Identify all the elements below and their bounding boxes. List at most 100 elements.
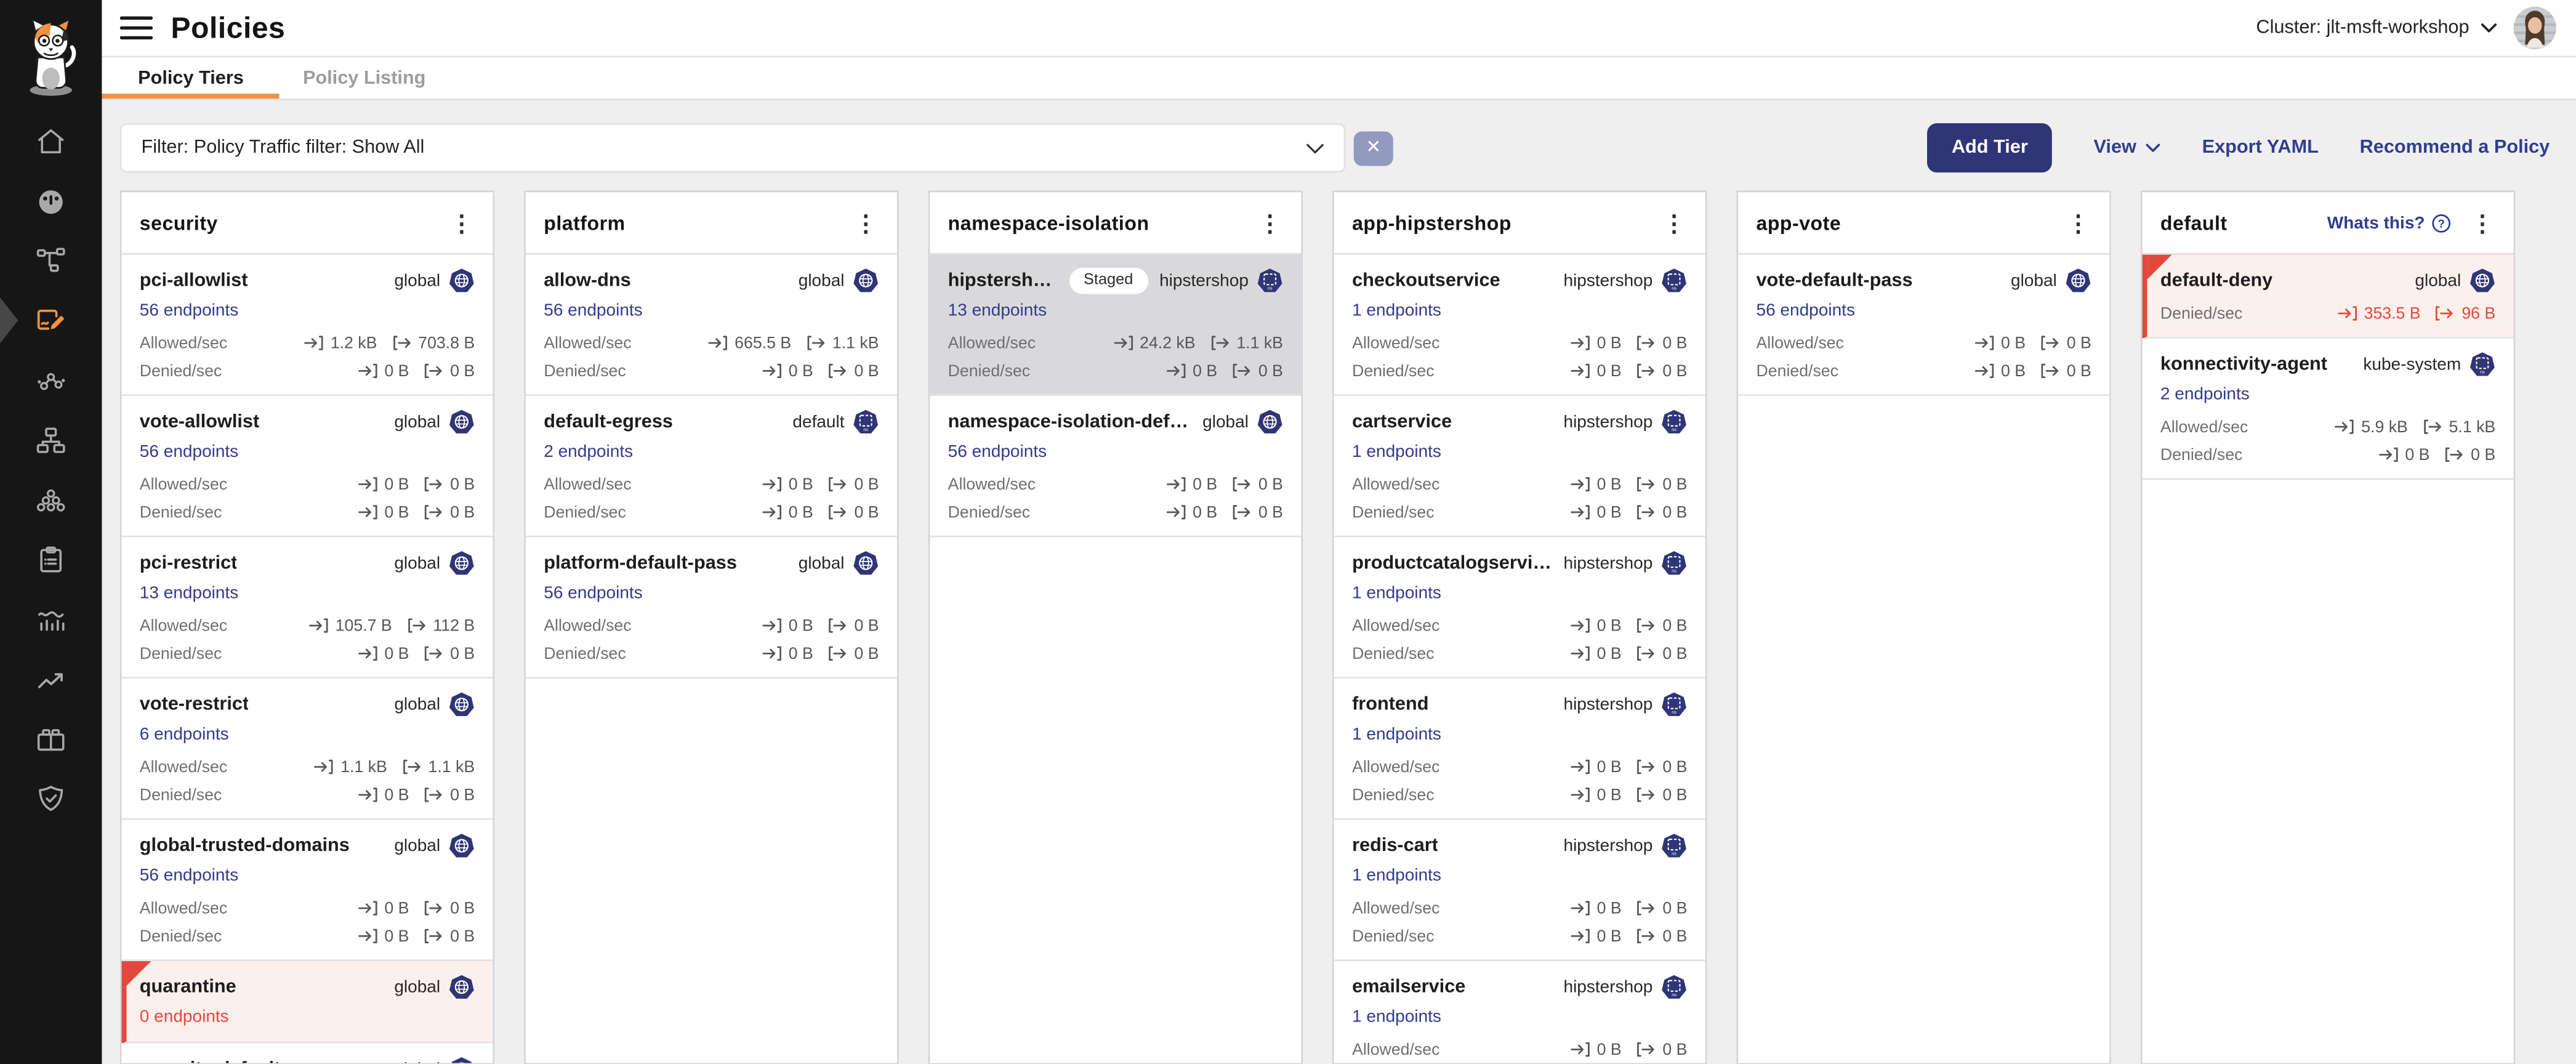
endpoints-link[interactable]: 2 endpoints: [2160, 384, 2250, 404]
policy-card[interactable]: frontendhipstershopns1 endpointsAllowed/…: [1334, 679, 1705, 820]
endpoints-link[interactable]: 1 endpoints: [1352, 866, 1441, 885]
sidebar-item-statistics[interactable]: [0, 590, 102, 650]
policy-card[interactable]: platform-default-passglobal56 endpointsA…: [526, 538, 897, 679]
kebab-menu-icon[interactable]: ⋮: [1656, 211, 1693, 234]
egress-rate: 0 B: [1232, 504, 1283, 522]
policy-card[interactable]: checkoutservicehipstershopns1 endpointsA…: [1334, 255, 1705, 396]
endpoints-link[interactable]: 0 endpoints: [140, 1007, 229, 1027]
policy-card[interactable]: security-default-passglobal: [121, 1043, 493, 1064]
endpoints-link[interactable]: 1 endpoints: [1352, 442, 1441, 462]
endpoints-link[interactable]: 13 endpoints: [140, 583, 238, 603]
endpoints-link[interactable]: 56 endpoints: [140, 442, 238, 462]
add-tier-button[interactable]: Add Tier: [1927, 123, 2053, 172]
policy-card[interactable]: productcatalogservicehipstershopns1 endp…: [1334, 538, 1705, 679]
whats-this-link[interactable]: Whats this??: [2327, 213, 2451, 233]
view-button[interactable]: View: [2094, 138, 2161, 158]
policy-card[interactable]: hipstershop-gh…Stagedhipstershopns13 end…: [930, 255, 1301, 396]
metric-row: Allowed/sec0 B0 B: [1352, 473, 1687, 496]
policy-card[interactable]: namespace-isolation-default-p…global56 e…: [930, 396, 1301, 537]
cluster-label: Cluster: jlt-msft-workshop: [2256, 18, 2469, 38]
policy-card[interactable]: cartservicehipstershopns1 endpointsAllow…: [1334, 396, 1705, 537]
sidebar-item-security[interactable]: [0, 770, 102, 829]
policy-card[interactable]: default-denyglobalDenied/sec353.5 B96 B: [2143, 255, 2514, 339]
kebab-menu-icon[interactable]: ⋮: [2060, 211, 2096, 234]
policy-card[interactable]: pci-restrictglobal13 endpointsAllowed/se…: [121, 538, 493, 679]
endpoints-link[interactable]: 56 endpoints: [140, 866, 238, 885]
sidebar-item-dashboard[interactable]: [0, 172, 102, 232]
egress-value: 0 B: [855, 362, 879, 380]
ingress-icon: [762, 477, 782, 492]
metric-rows: Allowed/sec0 B0 BDenied/sec0 B0 B: [1352, 897, 1687, 948]
metric-rows: Allowed/sec0 B0 BDenied/sec0 B0 B: [140, 473, 475, 524]
sidebar-item-network-flow[interactable]: [0, 232, 102, 291]
global-scope-icon: [448, 550, 475, 576]
sidebar-item-inventory[interactable]: [0, 709, 102, 769]
policy-card[interactable]: quarantineglobal0 endpoints: [121, 961, 493, 1043]
policy-card[interactable]: vote-default-passglobal56 endpointsAllow…: [1738, 255, 2109, 396]
endpoints-link[interactable]: 1 endpoints: [1352, 1007, 1441, 1027]
policy-scope: global: [394, 267, 475, 294]
kebab-menu-icon[interactable]: ⋮: [443, 211, 480, 234]
export-yaml-button[interactable]: Export YAML: [2202, 138, 2319, 158]
policy-card[interactable]: vote-allowlistglobal56 endpointsAllowed/…: [121, 396, 493, 537]
hamburger-menu-icon[interactable]: [120, 15, 153, 40]
policy-card[interactable]: allow-dnsglobal56 endpointsAllowed/sec66…: [526, 255, 897, 396]
egress-rate: 0 B: [1232, 362, 1283, 380]
tab-policy-listing[interactable]: Policy Listing: [280, 57, 449, 99]
sidebar-item-service-graph[interactable]: [0, 351, 102, 411]
metric-label: Denied/sec: [544, 504, 626, 522]
egress-value: 0 B: [450, 786, 475, 804]
endpoints-link[interactable]: 56 endpoints: [948, 442, 1047, 462]
endpoints-link[interactable]: 1 endpoints: [1352, 583, 1441, 603]
egress-icon: [424, 929, 443, 944]
svg-text:ns: ns: [863, 426, 868, 432]
egress-value: 0 B: [450, 504, 475, 522]
kebab-menu-icon[interactable]: ⋮: [2465, 211, 2501, 234]
endpoints-link[interactable]: 56 endpoints: [544, 583, 642, 603]
policy-card[interactable]: konnectivity-agentkube-systemns2 endpoin…: [2143, 339, 2514, 480]
endpoints-link[interactable]: 56 endpoints: [544, 300, 642, 320]
kebab-menu-icon[interactable]: ⋮: [1252, 211, 1288, 234]
egress-rate: 0 B: [1636, 504, 1688, 522]
endpoints-link[interactable]: 2 endpoints: [544, 442, 633, 462]
metric-label: Denied/sec: [1352, 645, 1435, 663]
policy-filter-dropdown[interactable]: Filter: Policy Traffic filter: Show All: [120, 123, 1346, 172]
egress-value: 0 B: [1662, 900, 1687, 917]
sidebar-item-home[interactable]: [0, 111, 102, 171]
policy-card[interactable]: emailservicehipstershopns1 endpointsAllo…: [1334, 961, 1705, 1064]
ingress-icon: [1166, 363, 1186, 379]
clear-filter-button[interactable]: ✕: [1354, 131, 1393, 165]
endpoints-link[interactable]: 56 endpoints: [1756, 300, 1854, 320]
sidebar-item-compliance[interactable]: [0, 530, 102, 590]
endpoints-link[interactable]: 13 endpoints: [948, 300, 1047, 320]
endpoints-link[interactable]: 1 endpoints: [1352, 725, 1441, 744]
user-avatar[interactable]: [2514, 7, 2556, 49]
sidebar-item-policies[interactable]: [0, 291, 102, 351]
sidebar-item-hierarchy[interactable]: [0, 411, 102, 470]
policy-card[interactable]: redis-carthipstershopns1 endpointsAllowe…: [1334, 820, 1705, 961]
policy-card[interactable]: default-egressdefaultns2 endpointsAllowe…: [526, 396, 897, 537]
global-scope-icon: [448, 691, 475, 717]
policy-card[interactable]: pci-allowlistglobal56 endpointsAllowed/s…: [121, 255, 493, 396]
home-icon: [34, 125, 67, 158]
kebab-menu-icon[interactable]: ⋮: [848, 211, 884, 234]
endpoints-link[interactable]: 56 endpoints: [140, 300, 238, 320]
cluster-selector[interactable]: Cluster: jlt-msft-workshop: [2256, 18, 2497, 38]
metric-values: 0 B0 B: [1571, 927, 1688, 945]
policy-scope: global: [2415, 267, 2495, 294]
recommend-policy-button[interactable]: Recommend a Policy: [2360, 138, 2550, 158]
policy-card[interactable]: global-trusted-domainsglobal56 endpoints…: [121, 820, 493, 961]
endpoints-link[interactable]: 6 endpoints: [140, 725, 229, 744]
egress-icon: [1636, 1042, 1656, 1057]
sidebar-item-workloads[interactable]: [0, 470, 102, 530]
ingress-icon: [358, 505, 378, 520]
policy-card[interactable]: vote-restrictglobal6 endpointsAllowed/se…: [121, 679, 493, 820]
metric-label: Allowed/sec: [140, 334, 227, 352]
metric-row: Denied/sec0 B0 B: [140, 642, 475, 665]
ingress-icon: [304, 336, 324, 351]
sidebar-item-trends[interactable]: [0, 650, 102, 709]
tab-policy-tiers[interactable]: Policy Tiers: [102, 57, 280, 99]
endpoints-link[interactable]: 1 endpoints: [1352, 300, 1441, 320]
ingress-icon: [1571, 646, 1590, 661]
ingress-rate: 0 B: [762, 504, 813, 522]
